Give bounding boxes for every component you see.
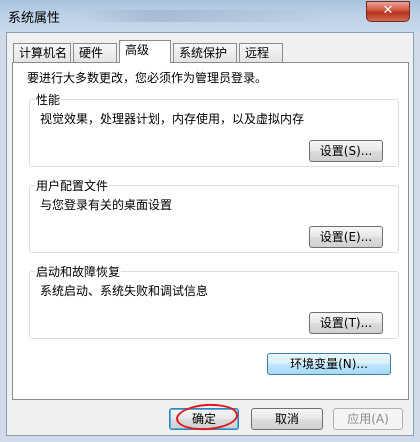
performance-group-title: 性能 [35, 91, 62, 108]
user-profiles-group-title: 用户配置文件 [35, 177, 110, 194]
dialog-client-area: 计算机名 硬件 高级 系统保护 远程 要进行大多数更改，您必须作为管理员登录。 … [6, 32, 414, 436]
tab-system-protection[interactable]: 系统保护 [173, 43, 237, 62]
title-bar: 系统属性 ✕ [0, 0, 420, 32]
apply-button[interactable]: 应用(A) [333, 408, 403, 430]
window-title: 系统属性 [8, 11, 61, 26]
admin-notice: 要进行大多数更改，您必须作为管理员登录。 [27, 71, 268, 85]
tab-advanced[interactable]: 高级 [119, 40, 171, 63]
tab-remote[interactable]: 远程 [239, 43, 283, 62]
ok-button[interactable]: 确定 [169, 408, 239, 430]
performance-description: 视觉效果，处理器计划，内存使用，以及虚拟内存 [40, 112, 305, 126]
user-profiles-settings-button[interactable]: 设置(E)... [309, 226, 383, 248]
tab-computer-name[interactable]: 计算机名 [13, 43, 71, 62]
startup-recovery-description: 系统启动、系统失败和调试信息 [40, 284, 209, 298]
tab-hardware[interactable]: 硬件 [73, 43, 117, 62]
startup-recovery-settings-button[interactable]: 设置(T)... [309, 312, 383, 334]
startup-recovery-group-title: 启动和故障恢复 [35, 263, 122, 280]
blurred-background-strip [80, 10, 330, 22]
close-button[interactable]: ✕ [366, 1, 410, 22]
performance-settings-button[interactable]: 设置(S)... [309, 140, 383, 162]
cancel-button[interactable]: 取消 [251, 408, 323, 430]
environment-variables-button[interactable]: 环境变量(N)... [267, 353, 391, 375]
user-profiles-description: 与您登录有关的桌面设置 [40, 198, 173, 212]
